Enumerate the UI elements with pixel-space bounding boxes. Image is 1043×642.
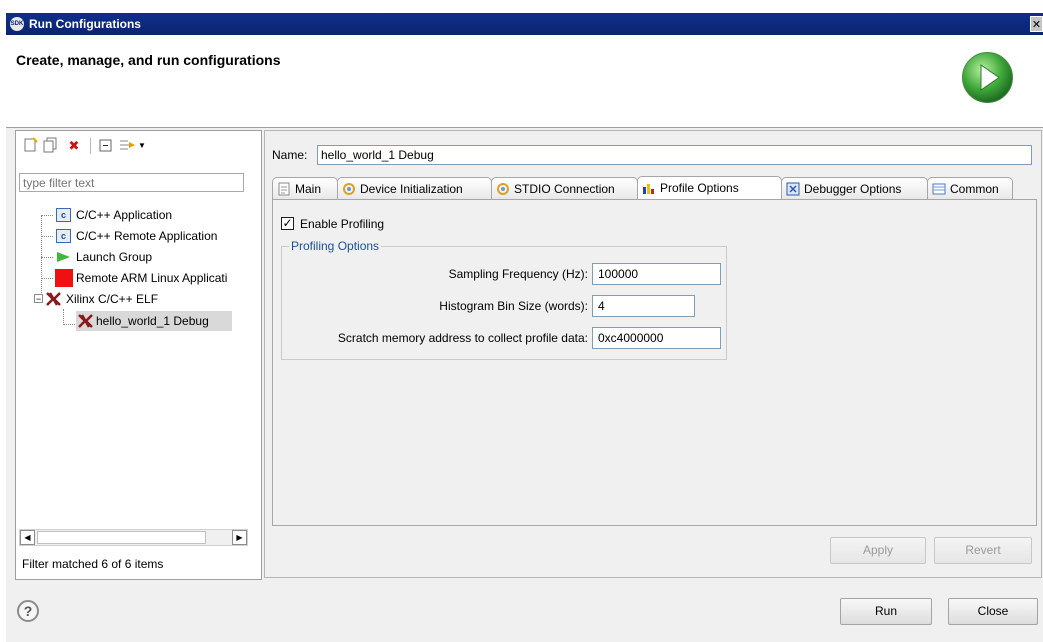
profile-options-content: ✓ Enable Profiling Profiling Options Sam… (272, 199, 1037, 526)
collapse-all-icon[interactable] (97, 137, 115, 155)
dialog-header: Create, manage, and run configurations (6, 35, 1043, 128)
tab-debugger-options[interactable]: Debugger Options (781, 177, 928, 199)
configuration-list-panel: ✖ ▼ c C/C++ Application (15, 130, 262, 580)
filter-input[interactable] (19, 173, 244, 192)
window-title: Run Configurations (29, 17, 141, 31)
configuration-name-input[interactable] (317, 145, 1032, 165)
c-app-icon: c (56, 208, 71, 222)
tab-label: Device Initialization (360, 182, 463, 196)
run-button[interactable]: Run (840, 598, 932, 625)
dialog-body: ✖ ▼ c C/C++ Application (6, 128, 1043, 642)
toolbar-separator (90, 138, 91, 154)
enable-profiling-label: Enable Profiling (300, 217, 385, 231)
debugger-icon (786, 182, 800, 196)
stdio-connection-icon (497, 183, 509, 195)
scroll-left-icon[interactable]: ◀ (20, 530, 35, 545)
tree-connector (63, 309, 64, 325)
main-tab-icon (278, 182, 290, 196)
tab-stdio-connection[interactable]: STDIO Connection (491, 177, 638, 199)
tree-connector (41, 215, 53, 216)
common-tab-icon (932, 183, 946, 195)
tree-connector (41, 278, 53, 279)
scratch-memory-address-label: Scratch memory address to collect profil… (337, 331, 588, 345)
launch-group-icon (57, 252, 70, 262)
profile-options-icon (643, 184, 654, 194)
run-icon (962, 52, 1013, 103)
tree-connector (63, 324, 75, 325)
tab-label: Common (950, 182, 999, 196)
scroll-right-icon[interactable]: ▶ (232, 530, 247, 545)
tree-item-label: C/C++ Application (76, 208, 173, 222)
tab-profile-options[interactable]: Profile Options (637, 176, 782, 200)
duplicate-configuration-icon[interactable] (41, 137, 59, 155)
histogram-bin-size-label: Histogram Bin Size (words): (439, 299, 588, 313)
tree-item-label: Launch Group (76, 250, 153, 264)
tab-label: Main (295, 182, 322, 196)
device-init-icon (343, 183, 355, 195)
group-title: Profiling Options (289, 239, 382, 253)
tree-item-label: Xilinx C/C++ ELF (66, 292, 159, 306)
header-title: Create, manage, and run configurations (16, 52, 281, 68)
tree-connector (41, 236, 53, 237)
new-configuration-icon[interactable] (21, 137, 39, 155)
tab-common[interactable]: Common (927, 177, 1013, 199)
sdk-app-icon: SDK (10, 17, 24, 31)
configuration-tree: c C/C++ Application c C/C++ Remote Appli… (16, 205, 260, 535)
configuration-editor-panel: Name: Main Device Initialization STDIO C… (264, 130, 1042, 578)
filter-menu-chevron-down-icon[interactable]: ▼ (137, 137, 147, 155)
apply-button[interactable]: Apply (830, 537, 926, 564)
tree-item-label: hello_world_1 Debug (96, 314, 209, 328)
sampling-frequency-label: Sampling Frequency (Hz): (448, 267, 588, 281)
enable-profiling-checkbox[interactable]: ✓ (281, 217, 294, 230)
horizontal-scrollbar[interactable]: ◀ ▶ (19, 529, 248, 546)
name-label: Name: (272, 148, 308, 162)
xilinx-icon (78, 314, 93, 328)
tree-connector (41, 215, 42, 301)
revert-button[interactable]: Revert (934, 537, 1032, 564)
delete-configuration-icon[interactable]: ✖ (65, 137, 83, 155)
window-close-button[interactable]: ✕ (1030, 16, 1043, 32)
tree-connector (41, 257, 53, 258)
tab-main[interactable]: Main (272, 177, 338, 199)
tab-device-initialization[interactable]: Device Initialization (337, 177, 492, 199)
scrollbar-thumb[interactable] (37, 531, 206, 544)
tree-item-label: C/C++ Remote Application (76, 229, 218, 243)
tab-label: Debugger Options (804, 182, 902, 196)
scratch-memory-address-input[interactable] (592, 327, 721, 349)
filter-configurations-icon[interactable] (119, 137, 137, 155)
tree-item-label: Remote ARM Linux Applicati (76, 271, 228, 285)
xilinx-icon (46, 292, 61, 306)
c-app-icon: c (56, 229, 71, 243)
tab-label: Profile Options (660, 181, 739, 195)
title-bar[interactable]: SDK Run Configurations ✕ (6, 13, 1043, 35)
tab-label: STDIO Connection (514, 182, 615, 196)
collapse-toggle-icon[interactable]: − (34, 294, 43, 304)
tree-item-hello-world-debug[interactable]: hello_world_1 Debug (76, 311, 232, 331)
profiling-options-group: Profiling Options Sampling Frequency (Hz… (281, 239, 727, 360)
filter-status: Filter matched 6 of 6 items (22, 557, 164, 571)
tab-bar: Main Device Initialization STDIO Connect… (272, 176, 1042, 200)
red-square-icon (55, 269, 73, 287)
help-icon[interactable]: ? (17, 600, 39, 622)
sampling-frequency-input[interactable] (592, 263, 721, 285)
close-button[interactable]: Close (948, 598, 1038, 625)
left-toolbar: ✖ ▼ (18, 137, 258, 159)
histogram-bin-size-input[interactable] (592, 295, 695, 317)
